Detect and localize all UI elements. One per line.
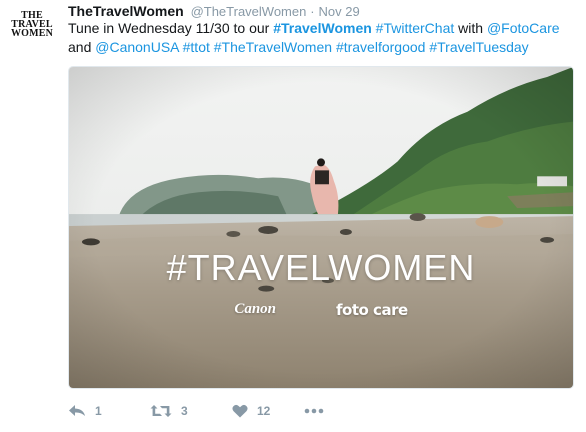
more-button[interactable] [304, 408, 324, 414]
handle[interactable]: @TheTravelWomen [191, 4, 307, 19]
tweet: THE TRAVEL WOMEN TheTravelWomen @TheTrav… [0, 0, 586, 432]
fotocare-logo: foto care [336, 301, 408, 319]
avatar[interactable]: THE TRAVEL WOMEN [10, 11, 54, 45]
sponsor-logos: Canon foto care [69, 301, 573, 319]
mention-canonusa[interactable]: @CanonUSA [95, 39, 178, 55]
tweet-actions: 1 3 12 [68, 401, 324, 421]
hashtag-ttot[interactable]: #ttot [183, 39, 210, 55]
mention-fotocare[interactable]: @FotoCare [487, 20, 560, 36]
retweet-icon [150, 405, 172, 417]
hashtag-twitterchat[interactable]: #TwitterChat [376, 20, 455, 36]
more-dots-icon [304, 408, 324, 414]
separator: · [310, 4, 315, 19]
display-name[interactable]: TheTravelWomen [68, 3, 184, 19]
retweet-button[interactable]: 3 [150, 404, 232, 418]
retweet-count: 3 [181, 404, 188, 418]
reply-icon [69, 405, 85, 416]
hashtag-thetravelwomen[interactable]: #TheTravelWomen [214, 39, 332, 55]
tweet-media-image[interactable]: #TRAVELWOMEN Canon foto care [68, 66, 574, 389]
text-segment: Tune in Wednesday 11/30 to our [68, 20, 274, 36]
reply-button[interactable]: 1 [68, 404, 150, 418]
avatar-line-3: WOMEN [10, 28, 54, 39]
hashtag-traveltuesday[interactable]: #TravelTuesday [429, 39, 528, 55]
hashtag-travelforgood[interactable]: #travelforgood [336, 39, 426, 55]
reply-count: 1 [95, 404, 102, 418]
heart-icon [232, 404, 248, 418]
tweet-date[interactable]: Nov 29 [318, 4, 359, 19]
text-segment: with [454, 20, 487, 36]
image-hashtag-overlay: #TRAVELWOMEN [166, 247, 476, 288]
like-count: 12 [257, 404, 271, 418]
like-button[interactable]: 12 [232, 404, 304, 418]
beach-photo [69, 67, 573, 388]
canon-logo: Canon [234, 301, 277, 317]
tweet-text: Tune in Wednesday 11/30 to our #TravelWo… [68, 19, 568, 57]
text-segment: and [68, 39, 96, 55]
hashtag-travelwomen[interactable]: #TravelWomen [273, 20, 372, 36]
